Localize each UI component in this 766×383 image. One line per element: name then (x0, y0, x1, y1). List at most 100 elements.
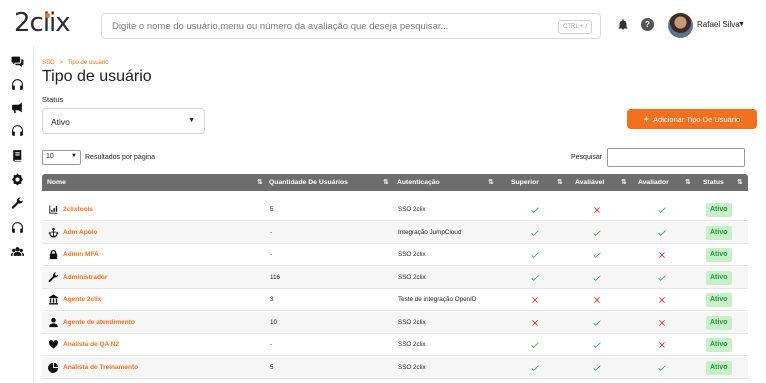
breadcrumb-separator: > (59, 60, 63, 66)
row-quantity: - (270, 341, 273, 348)
sort-icon[interactable]: ⇅ (621, 174, 627, 191)
cross-icon (592, 205, 602, 215)
column-header-superior[interactable]: Superior (511, 174, 539, 191)
table-row[interactable]: Analista de Treinamento 5 SSO 2clix Ativo (42, 356, 748, 379)
table-row[interactable]: Adm Apoio - Integração JumpCloud Ativo (42, 221, 748, 244)
bell-icon[interactable] (617, 18, 629, 31)
per-page-select[interactable]: 10 ▼ (42, 150, 81, 165)
chart-icon (48, 204, 59, 215)
avatar[interactable] (668, 13, 693, 38)
column-header-avaliavel[interactable]: Avaliável (575, 174, 604, 191)
chevron-down-icon[interactable]: ▼ (738, 21, 745, 28)
user-name[interactable]: Rafael Silva (697, 20, 740, 29)
row-name-link[interactable]: Adm Apoio (63, 222, 97, 244)
row-name-link[interactable]: Administrador (63, 267, 107, 289)
status-select-value: Ativo (51, 117, 70, 127)
sidebar-divider (33, 46, 34, 383)
add-user-type-button[interactable]: + Adicionar Tipo De Usuário (627, 109, 757, 129)
top-bar: 2clix CTRL + / ? Rafael Silva ▼ (0, 0, 766, 46)
check-icon (530, 363, 540, 373)
table-search-label: Pesquisar (571, 154, 603, 161)
column-header-avaliador[interactable]: Avaliador (638, 174, 669, 191)
row-name-link[interactable]: Analista de Treinamento (63, 357, 138, 379)
cross-icon (530, 318, 540, 328)
status-badge: Ativo (706, 338, 732, 352)
row-quantity: 5 (270, 206, 274, 213)
column-header-nome[interactable]: Nome (47, 174, 66, 191)
table-search-input[interactable] (607, 148, 745, 167)
column-label: Superior (511, 179, 539, 186)
global-search-input[interactable] (112, 18, 542, 35)
table-row[interactable]: Administrador 116 SSO 2clix Ativo (42, 266, 748, 289)
table-row[interactable]: Agente 2clix 3 Teste de integração OpenID A… (42, 289, 748, 311)
sort-icon[interactable]: ⇅ (383, 174, 389, 191)
row-auth: SSO 2clix (398, 251, 426, 258)
wrench-icon[interactable] (9, 195, 25, 211)
sort-icon[interactable]: ⇅ (737, 174, 743, 191)
lock-icon (48, 249, 59, 260)
book-icon[interactable] (9, 147, 25, 163)
check-icon (592, 273, 602, 283)
column-header-status[interactable]: Status (703, 174, 724, 191)
add-user-type-label: Adicionar Tipo De Usuário (653, 115, 741, 124)
headset-icon[interactable] (9, 219, 25, 235)
sidebar (0, 46, 34, 383)
row-auth: SSO 2clix (398, 318, 426, 326)
page-title: Tipo de usuário (42, 68, 152, 85)
row-auth: SSO 2clix (398, 341, 426, 348)
cross-icon (657, 318, 667, 328)
row-name-link[interactable]: Analista de QA N2 (63, 334, 119, 356)
check-icon (592, 228, 602, 238)
table-row[interactable]: Analista de QA N2 - SSO 2clix Ativo (42, 334, 748, 356)
headset-icon[interactable] (9, 76, 25, 92)
plus-icon: + (643, 114, 650, 124)
sort-icon[interactable]: ⇅ (557, 174, 563, 191)
column-label: Avaliador (638, 179, 669, 186)
sort-icon[interactable]: ⇅ (257, 174, 263, 191)
row-name-link[interactable]: Admin MFA (63, 244, 99, 266)
column-header-autenticacao[interactable]: Autenticação (397, 174, 440, 191)
breadcrumb-root[interactable]: SSO (42, 60, 55, 66)
wrench-icon (48, 271, 59, 283)
breadcrumb-current: Tipo de usuário (67, 60, 109, 66)
search-shortcut-hint: CTRL + / (558, 20, 592, 34)
column-label: Nome (47, 179, 66, 186)
sort-icon[interactable]: ⇅ (685, 174, 691, 191)
table-row[interactable]: Agente de atendimento 10 SSO 2clix Ativo (42, 311, 748, 334)
column-header-quantidade[interactable]: Quantidade De Usuários (269, 174, 348, 191)
chevron-down-icon: ▼ (71, 153, 77, 159)
users-icon[interactable] (9, 243, 25, 259)
check-icon (592, 363, 602, 373)
status-badge: Ativo (706, 203, 732, 217)
row-quantity: - (270, 251, 273, 258)
row-auth: Integração JumpCloud (398, 228, 462, 236)
table-row[interactable]: Admin MFA - SSO 2clix Ativo (42, 244, 748, 266)
cross-icon (657, 250, 667, 260)
row-quantity: 5 (270, 363, 274, 371)
check-icon (530, 250, 540, 260)
column-label: Avaliável (575, 179, 605, 186)
gear-badge-icon[interactable] (9, 171, 25, 187)
status-select[interactable]: Ativo ▼ (42, 108, 205, 134)
user-icon (48, 317, 59, 328)
global-search[interactable]: CTRL + / (101, 13, 601, 39)
chat-icon[interactable] (9, 53, 25, 69)
table-row[interactable]: 2clixtools 5 SSO 2clix Ativo (42, 199, 748, 221)
row-auth: SSO 2clix (398, 206, 426, 213)
cross-icon (530, 295, 540, 305)
status-label: Status (42, 95, 64, 104)
logo[interactable]: 2clix (14, 8, 74, 38)
row-quantity: 10 (270, 318, 278, 326)
sort-icon[interactable]: ⇅ (488, 174, 494, 191)
row-name-link[interactable]: Agente 2clix (63, 289, 101, 311)
row-name-link[interactable]: Agente de atendimento (63, 312, 135, 334)
row-auth: SSO 2clix (398, 273, 426, 281)
headset-icon[interactable] (9, 122, 25, 138)
building-icon (48, 294, 59, 305)
cross-icon (592, 295, 602, 305)
megaphone-icon[interactable] (9, 99, 25, 115)
column-label: Quantidade De Usuários (269, 179, 348, 186)
help-icon[interactable]: ? (641, 18, 654, 31)
row-name-link[interactable]: 2clixtools (63, 199, 93, 221)
row-quantity: - (270, 228, 273, 236)
